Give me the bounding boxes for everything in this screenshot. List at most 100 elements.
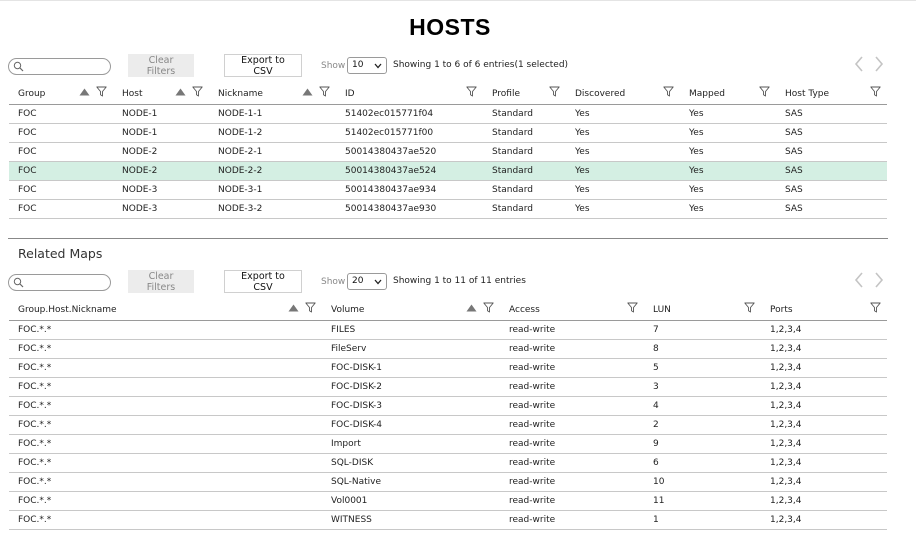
column-header-mapped[interactable]: Mapped [680, 80, 776, 105]
column-header-discovered[interactable]: Discovered [566, 80, 680, 105]
table-cell-host: NODE-3 [113, 180, 209, 200]
table-cell-volume: FILES [322, 320, 500, 340]
sort-asc-icon[interactable] [302, 88, 313, 96]
filter-icon[interactable] [96, 86, 107, 97]
filter-icon[interactable] [870, 86, 881, 97]
table-row[interactable]: FOC.*.* FileServ read-write 8 1,2,3,4 [9, 339, 887, 359]
table-row[interactable]: FOC.*.* FOC-DISK-3 read-write 4 1,2,3,4 [9, 396, 887, 416]
filter-icon[interactable] [483, 302, 494, 313]
column-header-id[interactable]: ID [336, 80, 483, 105]
maps-page-size-select[interactable]: 20 [347, 273, 387, 290]
table-row[interactable]: FOC.*.* FOC-DISK-4 read-write 2 1,2,3,4 [9, 415, 887, 435]
column-header-host[interactable]: Host [113, 80, 209, 105]
table-cell-volume: SQL-Native [322, 472, 500, 492]
table-cell-profile: Standard [483, 123, 566, 143]
table-cell-group-host-nickname: FOC.*.* [9, 377, 322, 397]
column-header-icons [302, 86, 330, 97]
column-header-label: Host Type [785, 88, 830, 99]
table-row[interactable]: FOC.*.* Vol0001 read-write 11 1,2,3,4 [9, 491, 887, 511]
filter-icon[interactable] [663, 86, 674, 97]
maps-search-input[interactable] [25, 276, 107, 289]
filter-icon[interactable] [870, 302, 881, 313]
table-cell-lun: 7 [644, 320, 761, 340]
filter-icon[interactable] [549, 86, 560, 97]
table-row[interactable]: FOC NODE-2 NODE-2-1 50014380437ae520 Standar… [9, 142, 887, 162]
filter-icon[interactable] [319, 86, 330, 97]
table-row[interactable]: FOC NODE-3 NODE-3-1 50014380437ae934 Standar… [9, 180, 887, 200]
filter-icon[interactable] [759, 86, 770, 97]
table-cell-access: read-write [500, 358, 644, 378]
table-cell-host-type: SAS [776, 161, 887, 181]
column-header-group[interactable]: Group [9, 80, 113, 105]
filter-icon[interactable] [192, 86, 203, 97]
column-header-access[interactable]: Access [500, 296, 644, 321]
table-cell-lun: 3 [644, 377, 761, 397]
table-cell-lun: 9 [644, 434, 761, 454]
table-cell-volume: Import [322, 434, 500, 454]
table-row[interactable]: FOC NODE-1 NODE-1-1 51402ec015771f04 Standar… [9, 104, 887, 124]
filter-icon[interactable] [627, 302, 638, 313]
table-cell-volume: SQL-DISK [322, 453, 500, 473]
chevron-left-icon[interactable] [854, 56, 864, 75]
chevron-right-icon[interactable] [874, 56, 884, 75]
table-cell-group: FOC [9, 142, 113, 162]
column-header-host-type[interactable]: Host Type [776, 80, 887, 105]
table-cell-group-host-nickname: FOC.*.* [9, 434, 322, 454]
table-cell-volume: Vol0001 [322, 491, 500, 511]
maps-export-csv-button[interactable]: Export to CSV [224, 270, 302, 293]
column-header-lun[interactable]: LUN [644, 296, 761, 321]
maps-search-box[interactable] [8, 274, 111, 291]
table-cell-ports: 1,2,3,4 [761, 453, 887, 473]
column-header-profile[interactable]: Profile [483, 80, 566, 105]
related-maps-title: Related Maps [18, 246, 103, 261]
column-header-group-host-nickname[interactable]: Group.Host.Nickname [9, 296, 322, 321]
table-cell-lun: 11 [644, 491, 761, 511]
table-cell-ports: 1,2,3,4 [761, 491, 887, 511]
table-row[interactable]: FOC.*.* FILES read-write 7 1,2,3,4 [9, 320, 887, 340]
filter-icon[interactable] [305, 302, 316, 313]
column-header-nickname[interactable]: Nickname [209, 80, 336, 105]
maps-toolbar: Clear Filters Export to CSV Show 20 Show… [8, 270, 888, 294]
table-row[interactable]: FOC.*.* Import read-write 9 1,2,3,4 [9, 434, 887, 454]
table-cell-group: FOC [9, 104, 113, 124]
maps-clear-filters-button[interactable]: Clear Filters [128, 270, 194, 293]
hosts-page-size-select[interactable]: 10 [347, 57, 387, 74]
column-header-label: LUN [653, 304, 671, 315]
table-cell-host-type: SAS [776, 123, 887, 143]
hosts-export-csv-button[interactable]: Export to CSV [224, 54, 302, 77]
column-header-ports[interactable]: Ports [761, 296, 887, 321]
sort-asc-icon[interactable] [466, 304, 477, 312]
maps-pager [854, 270, 888, 292]
table-cell-access: read-write [500, 396, 644, 416]
hosts-clear-filters-button[interactable]: Clear Filters [128, 54, 194, 77]
filter-icon[interactable] [744, 302, 755, 313]
chevron-left-icon[interactable] [854, 272, 864, 291]
table-cell-profile: Standard [483, 199, 566, 219]
table-cell-host-type: SAS [776, 104, 887, 124]
sort-asc-icon[interactable] [175, 88, 186, 96]
table-row[interactable]: FOC.*.* SQL-Native read-write 10 1,2,3,4 [9, 472, 887, 492]
hosts-search-box[interactable] [8, 58, 111, 75]
table-cell-group-host-nickname: FOC.*.* [9, 415, 322, 435]
table-row[interactable]: FOC.*.* SQL-DISK read-write 6 1,2,3,4 [9, 453, 887, 473]
table-cell-access: read-write [500, 434, 644, 454]
table-row[interactable]: FOC NODE-3 NODE-3-2 50014380437ae930 Standar… [9, 199, 887, 219]
sort-asc-icon[interactable] [288, 304, 299, 312]
chevron-down-icon [374, 63, 382, 69]
maps-page-size-value: 20 [352, 276, 364, 286]
hosts-search-input[interactable] [25, 60, 107, 73]
table-row[interactable]: FOC NODE-2 NODE-2-2 50014380437ae524 Standar… [9, 161, 887, 181]
sort-asc-icon[interactable] [79, 88, 90, 96]
table-row[interactable]: FOC.*.* WITNESS read-write 1 1,2,3,4 [9, 510, 887, 530]
column-header-volume[interactable]: Volume [322, 296, 500, 321]
table-cell-mapped: Yes [680, 123, 776, 143]
table-row[interactable]: FOC.*.* FOC-DISK-1 read-write 5 1,2,3,4 [9, 358, 887, 378]
table-row[interactable]: FOC NODE-1 NODE-1-2 51402ec015771f00 Standar… [9, 123, 887, 143]
filter-icon[interactable] [466, 86, 477, 97]
search-icon [13, 61, 24, 72]
table-row[interactable]: FOC.*.* FOC-DISK-2 read-write 3 1,2,3,4 [9, 377, 887, 397]
column-header-label: Ports [770, 304, 793, 315]
table-cell-nickname: NODE-3-1 [209, 180, 336, 200]
table-cell-access: read-write [500, 453, 644, 473]
chevron-right-icon[interactable] [874, 272, 884, 291]
